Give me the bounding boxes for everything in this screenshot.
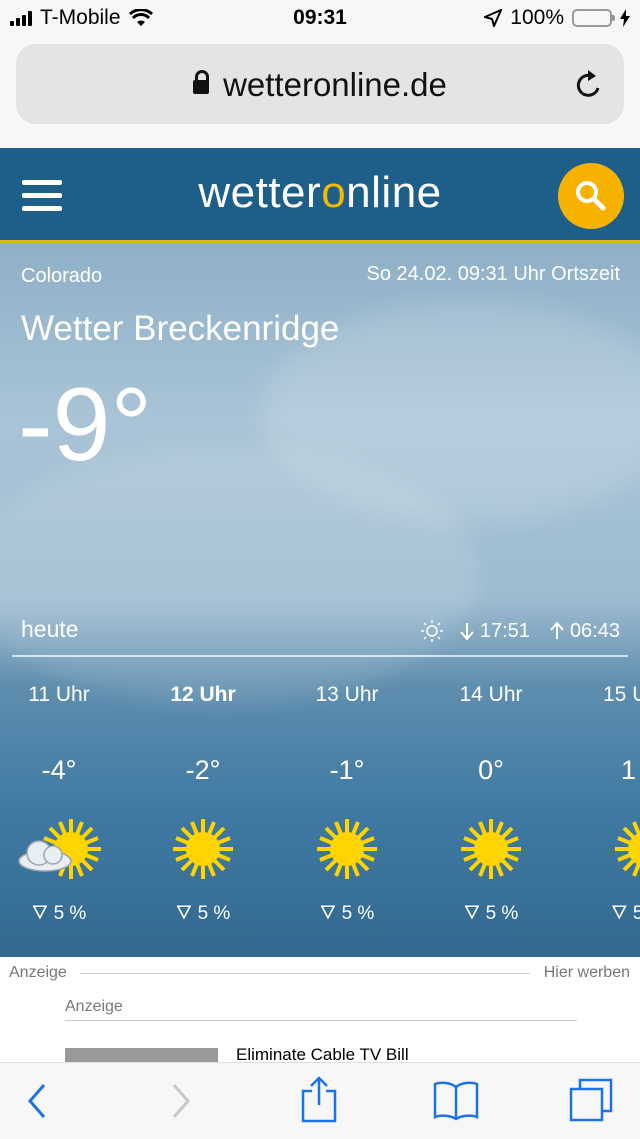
sun-outline-icon [420,620,443,642]
advertise-link[interactable]: Hier werben [544,964,630,982]
site-header: wetteronline [0,148,640,243]
share-icon[interactable] [300,1075,338,1123]
rain-probability: 5 [632,903,640,924]
hour-label: 11 Uhr [28,683,90,706]
location-arrow-icon [484,9,503,27]
sun-cloud-icon [9,815,109,885]
battery-icon [572,9,615,27]
address-bar[interactable]: wetteronline.de [16,44,624,124]
hour-temp: -1° [329,755,365,785]
forward-icon[interactable] [168,1081,194,1121]
region-label: Colorado [21,265,103,287]
search-button[interactable] [558,163,624,229]
hour-label: 13 Uhr [315,683,379,706]
local-datetime: So 24.02. 09:31 Uhr Ortszeit [366,263,620,285]
page-title: Wetter Breckenridge [21,309,340,348]
search-icon [576,181,606,211]
url-text: wetteronline.de [223,66,447,103]
hour-column[interactable]: 12 Uhr -2° 🜄 5 % [153,683,253,930]
charging-icon [620,9,630,27]
sun-icon [603,815,640,885]
raindrop-icon: 🜄 [463,903,481,924]
hour-temp: -2° [185,755,221,785]
address-bar-area: wetteronline.de [0,38,640,148]
ad-inner-label: Anzeige [65,998,123,1015]
sun-icon [297,815,397,885]
sun-times: 17:51 06:43 [420,619,620,643]
hour-column[interactable]: 15 U 1 🜄 5 [585,683,640,930]
hour-temp: 1 [621,755,637,785]
arrow-up-icon [550,622,564,639]
hour-column[interactable]: 13 Uhr -1° 🜄 5 % [297,683,397,930]
hour-column[interactable]: 11 Uhr -4° 🜄 5 % [9,683,109,930]
tabs-icon[interactable] [568,1077,614,1123]
hour-temp: -4° [41,755,77,785]
sunset-time: 17:51 [479,619,530,642]
sun-icon [153,815,253,885]
arrow-down-icon [460,623,474,640]
sun-icon [441,815,541,885]
current-temperature: -9° [18,367,153,483]
hour-label: 14 Uhr [459,683,523,706]
status-bar: T-Mobile 09:31 100% [0,0,640,38]
ad-label: Anzeige [9,964,67,981]
rain-probability: 5 % [485,903,519,924]
divider [65,1020,577,1021]
divider [12,655,628,657]
hour-column[interactable]: 14 Uhr 0° 🜄 5 % [441,683,541,930]
hour-temp: 0° [478,755,504,785]
lock-icon [193,70,210,94]
ad-bar: Anzeige Hier werben [0,957,640,987]
rain-probability: 5 % [53,903,87,924]
hourly-forecast[interactable]: 11 Uhr -4° 🜄 5 % 12 Uhr -2° 🜄 5 % 13 Uhr… [0,683,640,943]
hour-label: 15 U [603,683,640,706]
hour-label: 12 Uhr [170,683,236,706]
raindrop-icon: 🜄 [611,903,628,924]
back-icon[interactable] [24,1081,50,1121]
bookmarks-icon[interactable] [432,1079,480,1121]
raindrop-icon: 🜄 [175,903,193,924]
rain-probability: 5 % [341,903,375,924]
reload-icon[interactable] [574,68,604,100]
weather-hero: Colorado So 24.02. 09:31 Uhr Ortszeit We… [0,243,640,957]
sunrise-time: 06:43 [569,619,620,642]
battery-percent: 100% [510,6,564,29]
raindrop-icon: 🜄 [31,903,49,924]
browser-toolbar [0,1062,640,1139]
day-label: heute [21,616,79,642]
site-logo[interactable]: wetteronline [0,168,640,218]
raindrop-icon: 🜄 [319,903,337,924]
rain-probability: 5 % [197,903,231,924]
